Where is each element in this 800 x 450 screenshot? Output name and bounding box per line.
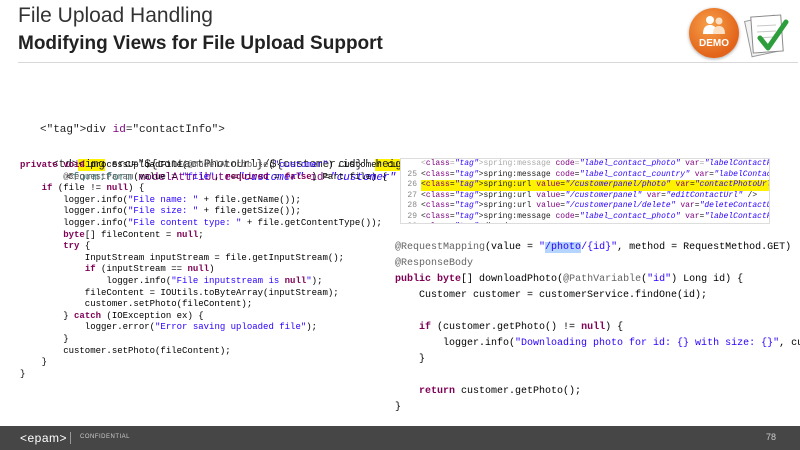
code-line: customer.setPhoto(fileContent); bbox=[20, 345, 231, 356]
code-line: customer.setPhoto(fileContent); bbox=[20, 299, 253, 310]
code-line: if (inputStream == null) bbox=[84, 264, 215, 275]
code-line: try { bbox=[63, 241, 91, 252]
code-line: logger.info("Downloading photo for id: {… bbox=[395, 338, 800, 349]
line-text: <class="tag">spring:url value="/customer… bbox=[421, 180, 769, 191]
code-line: } bbox=[20, 333, 69, 344]
line-number: 27 bbox=[407, 190, 417, 200]
code-line: @RequestParam(value = "file", required =… bbox=[63, 171, 388, 182]
line-text: <class="tag">spring:message code="label_… bbox=[421, 211, 770, 221]
line-number: 29 bbox=[407, 211, 417, 221]
line-text: <class="tag">spring:url value="/customer… bbox=[421, 190, 758, 200]
footer-bar: <epam> CONFIDENTIAL 78 bbox=[0, 426, 800, 450]
code-line: if (customer.getPhoto() != null) { bbox=[419, 322, 624, 333]
header-divider bbox=[18, 62, 798, 63]
xml-code-line: <class="tag">spring:message code="label_… bbox=[401, 159, 770, 170]
code-line: public byte[] downloadPhoto(@PathVariabl… bbox=[395, 274, 744, 285]
code-line: private void processUploadFile(@ModelAtt… bbox=[20, 160, 436, 170]
upload-method-code: private void processUploadFile(@ModelAtt… bbox=[20, 160, 436, 380]
demo-label: DEMO bbox=[699, 38, 729, 49]
code-line: InputStream inputStream = file.getInputS… bbox=[20, 252, 345, 263]
line-text: <class="tag">spring:message code="label_… bbox=[421, 159, 770, 168]
code-line: return customer.getPhoto(); bbox=[419, 386, 582, 397]
code-line: logger.error("Error saving uploaded file… bbox=[20, 322, 318, 333]
xml-code-line: 30 <class="tag">/head> bbox=[401, 222, 769, 223]
code-line: } bbox=[395, 354, 426, 365]
code-line: if (file != null) { bbox=[41, 183, 145, 194]
code-line: } bbox=[395, 402, 402, 413]
line-number: 30 bbox=[401, 222, 417, 223]
slide-subtitle: Modifying Views for File Upload Support bbox=[18, 33, 383, 54]
epam-logo: <epam> bbox=[20, 431, 68, 445]
line-text: <class="tag">spring:message code="label_… bbox=[421, 169, 769, 179]
download-method-code: @RequestMapping(value = "/photo/{id}", m… bbox=[395, 240, 800, 416]
code-line: logger.info("File inputstream is null"); bbox=[20, 275, 323, 286]
code-line: } bbox=[20, 368, 26, 379]
people-icon bbox=[703, 16, 725, 34]
jsp-code-panel: <class="tag">spring:message code="label_… bbox=[400, 158, 770, 224]
code-line: logger.info("File name: " + file.getName… bbox=[20, 194, 301, 205]
code-line: fileContent = IOUtils.toByteArray(inputS… bbox=[20, 287, 339, 298]
line-number: 26 bbox=[407, 180, 417, 189]
footer-separator bbox=[70, 432, 71, 444]
code-line: logger.info("File content type: " + file… bbox=[20, 217, 382, 228]
confidential-label: CONFIDENTIAL bbox=[80, 434, 131, 440]
code-line: byte[] fileContent = null; bbox=[63, 229, 204, 240]
code-line: logger.info("File size: " + file.getSize… bbox=[20, 206, 301, 217]
line-number: 28 bbox=[407, 201, 417, 210]
xml-code-line: 26 <class="tag">spring:url value="/custom… bbox=[401, 180, 769, 191]
xml-code-line: 25 <class="tag">spring:message code="labe… bbox=[401, 169, 769, 181]
document-check-icon bbox=[743, 14, 789, 58]
code-line: @RequestMapping(value = "/photo/{id}", m… bbox=[395, 242, 792, 253]
line-text: <class="tag">spring:url value="/customer… bbox=[421, 201, 769, 210]
demo-badge: DEMO bbox=[689, 8, 739, 58]
page-number: 78 bbox=[765, 432, 776, 442]
xml-code-line: 29 <class="tag">spring:message code="labe… bbox=[401, 211, 770, 223]
code-line: @ResponseBody bbox=[395, 258, 474, 269]
xml-code-line: 27 <class="tag">spring:url value="/custom… bbox=[401, 190, 769, 202]
slide-title: File Upload Handling bbox=[18, 4, 213, 27]
code-line: Customer customer = customerService.find… bbox=[395, 290, 708, 301]
xml-code-line: 28 <class="tag">spring:url value="/custom… bbox=[401, 201, 769, 212]
line-text: <class="tag">/head> bbox=[421, 222, 512, 223]
line-number: 25 bbox=[407, 169, 417, 179]
line-number bbox=[401, 159, 417, 170]
code-line: } bbox=[20, 357, 48, 368]
code-line: } catch (IOException ex) { bbox=[20, 310, 204, 321]
